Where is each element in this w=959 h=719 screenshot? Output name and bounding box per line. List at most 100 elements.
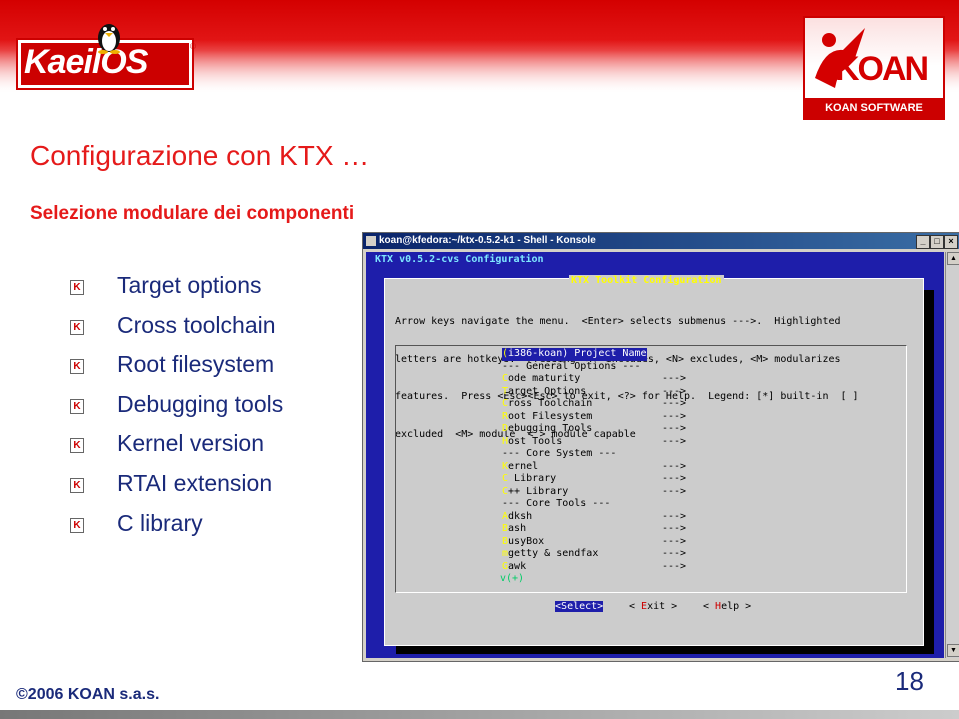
k-bullet-icon: K xyxy=(70,359,84,375)
help-bracket: < xyxy=(703,601,716,612)
menu-item[interactable]: --- Core System --- xyxy=(502,448,616,461)
exit-button[interactable]: < Exit > xyxy=(629,601,677,612)
select-button[interactable]: <Select> xyxy=(555,601,604,612)
menu-item-label: awk xyxy=(508,560,527,572)
menu-item-label: getty & sendfax xyxy=(508,548,599,559)
bullet-label: Cross toolchain xyxy=(117,311,276,338)
koan-logo-text: KOAN xyxy=(835,50,929,88)
bullet-label: Root filesystem xyxy=(117,351,275,378)
menu-item[interactable]: Debugging Tools ---> xyxy=(502,423,686,436)
menu-item-label: ash xyxy=(508,523,527,534)
terminal-scrollbar[interactable]: ▲ ▼ xyxy=(945,252,959,658)
menu-item-label: arget Options xyxy=(508,385,587,397)
menu-item-label: Library xyxy=(508,473,557,484)
exit-bracket: < xyxy=(629,601,642,612)
submenu-arrow: ---> xyxy=(662,398,687,409)
submenu-arrow: ---> xyxy=(662,423,687,434)
submenu-arrow: ---> xyxy=(662,385,687,397)
dialog-title: KTX Toolkit Configuration xyxy=(569,275,724,286)
menu-item[interactable]: C++ Library ---> xyxy=(502,485,686,499)
menu-item-label: usyBox xyxy=(508,535,545,547)
menu-item[interactable]: Root Filesystem ---> xyxy=(502,410,686,424)
konsole-app-icon[interactable] xyxy=(366,236,376,246)
menu-item[interactable]: mgetty & sendfax ---> xyxy=(502,548,686,561)
bullet-label: Debugging tools xyxy=(117,390,284,417)
help-line: Arrow keys navigate the menu. <Enter> se… xyxy=(395,316,841,327)
window-title: koan@kfedora:~/ktx-0.5.2-k1 - Shell - Ko… xyxy=(379,235,596,246)
more-items-indicator: v(+) xyxy=(500,573,525,584)
registered-mark: ® xyxy=(190,42,196,51)
help-button[interactable]: < Help > xyxy=(703,601,751,612)
footer-bar xyxy=(0,710,959,719)
kaeilos-logo: KaeilOS ® xyxy=(18,18,196,88)
window-titlebar[interactable]: koan@kfedora:~/ktx-0.5.2-k1 - Shell - Ko… xyxy=(363,233,959,249)
submenu-arrow: ---> xyxy=(662,435,687,447)
select-label: elect> xyxy=(567,601,604,612)
menu-box: (i386-koan) Project Name --- General Opti… xyxy=(395,345,907,593)
k-bullet-icon: K xyxy=(70,477,84,493)
k-bullet-icon: K xyxy=(70,280,84,295)
ktx-config-dialog: KTX Toolkit Configuration Arrow keys nav… xyxy=(384,275,924,646)
menu-item[interactable]: Code maturity ---> xyxy=(502,373,686,386)
slide-subtitle: Selezione modulare dei componenti xyxy=(30,203,355,224)
help-label: elp > xyxy=(721,601,752,612)
menu-item[interactable]: Gawk ---> xyxy=(502,560,686,574)
menu-item[interactable]: Bash ---> xyxy=(502,523,686,536)
exit-label: xit > xyxy=(647,601,678,612)
submenu-arrow: ---> xyxy=(662,548,687,559)
menu-item[interactable]: Host Tools ---> xyxy=(502,435,686,449)
close-button[interactable]: × xyxy=(944,235,958,249)
submenu-arrow: ---> xyxy=(662,560,687,572)
submenu-arrow: ---> xyxy=(662,523,687,534)
menu-item[interactable]: BusyBox ---> xyxy=(502,535,686,549)
k-bullet-icon: K xyxy=(70,319,84,335)
menu-item-label: ernel xyxy=(508,460,539,472)
submenu-arrow: ---> xyxy=(662,373,687,384)
kaeilos-logo-text: KaeilOS xyxy=(24,43,148,81)
k-bullet-icon: K xyxy=(70,438,84,454)
menu-item[interactable]: Kernel ---> xyxy=(502,460,686,474)
konsole-window: koan@kfedora:~/ktx-0.5.2-k1 - Shell - Ko… xyxy=(362,232,959,662)
menu-item[interactable]: Cross Toolchain ---> xyxy=(502,398,686,411)
slide-title: Configurazione con KTX … xyxy=(30,140,370,171)
menu-item-label: --- General Options --- xyxy=(502,360,641,372)
k-bullet-icon: K xyxy=(70,517,84,533)
submenu-arrow: ---> xyxy=(662,460,687,472)
scroll-down-arrow-icon[interactable]: ▼ xyxy=(947,644,959,657)
menu-item-label: ebugging Tools xyxy=(508,423,593,434)
menu-item-label: ++ Library xyxy=(508,485,569,497)
copyright-footer: ©2006 KOAN s.a.s. xyxy=(16,686,160,703)
menu-item[interactable]: Adksh ---> xyxy=(502,510,686,524)
bullet-label: Kernel version xyxy=(117,430,265,457)
minimize-button[interactable]: _ xyxy=(916,235,930,249)
maximize-button[interactable]: □ xyxy=(930,235,944,249)
page-number: 18 xyxy=(895,666,924,696)
menu-item-label: dksh xyxy=(508,510,533,522)
menu-item-label: oot Filesystem xyxy=(508,410,593,422)
koan-logo-caption: KOAN SOFTWARE xyxy=(805,98,943,118)
koan-logo: KOAN KOAN SOFTWARE xyxy=(803,16,945,120)
submenu-arrow: ---> xyxy=(662,473,687,484)
submenu-arrow: ---> xyxy=(662,485,687,497)
ktx-header: KTX v0.5.2-cvs Configuration xyxy=(375,254,544,265)
bullet-label: C library xyxy=(117,509,203,536)
bullet-label: RTAI extension xyxy=(117,469,273,496)
menu-item[interactable]: --- Core Tools --- xyxy=(502,498,610,511)
terminal-area[interactable]: KTX v0.5.2-cvs Configuration KTX Toolkit… xyxy=(366,252,944,658)
menu-item[interactable]: C Library ---> xyxy=(502,473,686,486)
menu-item-label: ode maturity xyxy=(508,373,581,384)
menu-item[interactable]: --- General Options --- xyxy=(502,361,640,374)
menu-item-label: --- Core Tools --- xyxy=(502,498,611,509)
k-bullet-icon: K xyxy=(70,398,84,414)
menu-item[interactable]: Target Options ---> xyxy=(502,385,686,399)
menu-item[interactable]: (i386-koan) Project Name xyxy=(502,348,647,361)
koan-logo-art: KOAN xyxy=(805,18,943,98)
submenu-arrow: ---> xyxy=(662,535,687,547)
tux-penguin-icon xyxy=(98,24,120,54)
submenu-arrow: ---> xyxy=(662,410,687,422)
menu-item-label: --- Core System --- xyxy=(502,448,617,459)
submenu-arrow: ---> xyxy=(662,510,687,522)
scroll-up-arrow-icon[interactable]: ▲ xyxy=(947,252,959,265)
menu-item-label: i386-koan) Project Name xyxy=(508,348,647,359)
menu-item-label: ost Tools xyxy=(508,435,563,447)
